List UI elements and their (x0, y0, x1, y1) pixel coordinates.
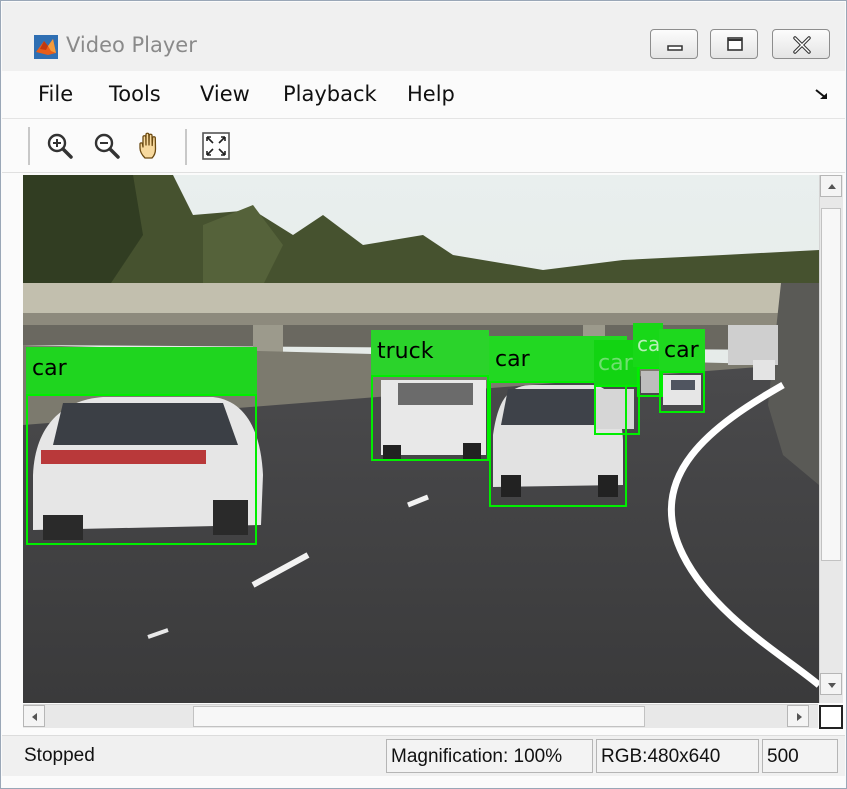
vertical-scrollbar[interactable] (819, 175, 843, 703)
minimize-button[interactable] (650, 29, 698, 59)
maximize-button[interactable] (710, 29, 758, 59)
vertical-scroll-thumb[interactable] (821, 208, 841, 561)
arrow-right-icon (797, 713, 802, 721)
pan-button[interactable] (136, 131, 166, 161)
close-button[interactable] (772, 29, 830, 59)
scroll-up-button[interactable] (820, 175, 842, 197)
fit-to-window-button[interactable] (201, 131, 231, 161)
detection-label: car (26, 347, 257, 394)
dock-arrow-icon[interactable] (815, 89, 829, 101)
arrow-down-icon (828, 683, 836, 688)
image-dimensions-status: RGB:480x640 (596, 739, 759, 773)
menu-bar: File Tools View Playback Help (2, 73, 845, 118)
menu-view[interactable]: View (200, 82, 250, 106)
video-frame[interactable]: car truck car car ca car (23, 175, 819, 703)
scrollbar-corner (819, 705, 843, 729)
fit-to-window-icon (202, 132, 230, 160)
zoom-in-icon (47, 133, 73, 159)
playback-status: Stopped (24, 745, 95, 766)
minimize-icon (667, 45, 683, 51)
toolbar-separator (185, 129, 187, 165)
menu-tools[interactable]: Tools (109, 82, 161, 106)
menu-help[interactable]: Help (407, 82, 455, 106)
toolbar (2, 118, 845, 173)
menu-file[interactable]: File (38, 82, 73, 106)
close-icon (793, 36, 811, 54)
title-bar[interactable]: Video Player (2, 2, 845, 71)
zoom-in-button[interactable] (45, 131, 75, 161)
video-player-window: Video Player File Tools View Playback He… (0, 0, 847, 789)
zoom-out-button[interactable] (92, 131, 122, 161)
scroll-right-button[interactable] (787, 705, 809, 727)
detection-box (594, 385, 640, 435)
detection-box (26, 394, 257, 545)
matlab-logo-icon (34, 35, 58, 59)
maximize-icon (727, 37, 743, 51)
detection-label: truck (371, 330, 489, 375)
frame-number-status: 500 (762, 739, 838, 773)
detection-box (371, 375, 489, 461)
scroll-down-button[interactable] (820, 673, 842, 695)
arrow-left-icon (32, 713, 37, 721)
magnification-status: Magnification: 100% (386, 739, 593, 773)
status-bar: Stopped Magnification: 100% RGB:480x640 … (2, 735, 845, 776)
detection-box (659, 371, 705, 413)
toolbar-grip (28, 127, 30, 165)
zoom-out-icon (94, 133, 120, 159)
pan-hand-icon (139, 132, 157, 159)
horizontal-scroll-thumb[interactable] (193, 706, 645, 727)
menu-playback[interactable]: Playback (283, 82, 377, 106)
window-title: Video Player (66, 33, 197, 57)
horizontal-scrollbar[interactable] (23, 704, 818, 728)
arrow-up-icon (828, 184, 836, 189)
scroll-left-button[interactable] (23, 705, 45, 727)
detection-label: car (659, 329, 705, 371)
